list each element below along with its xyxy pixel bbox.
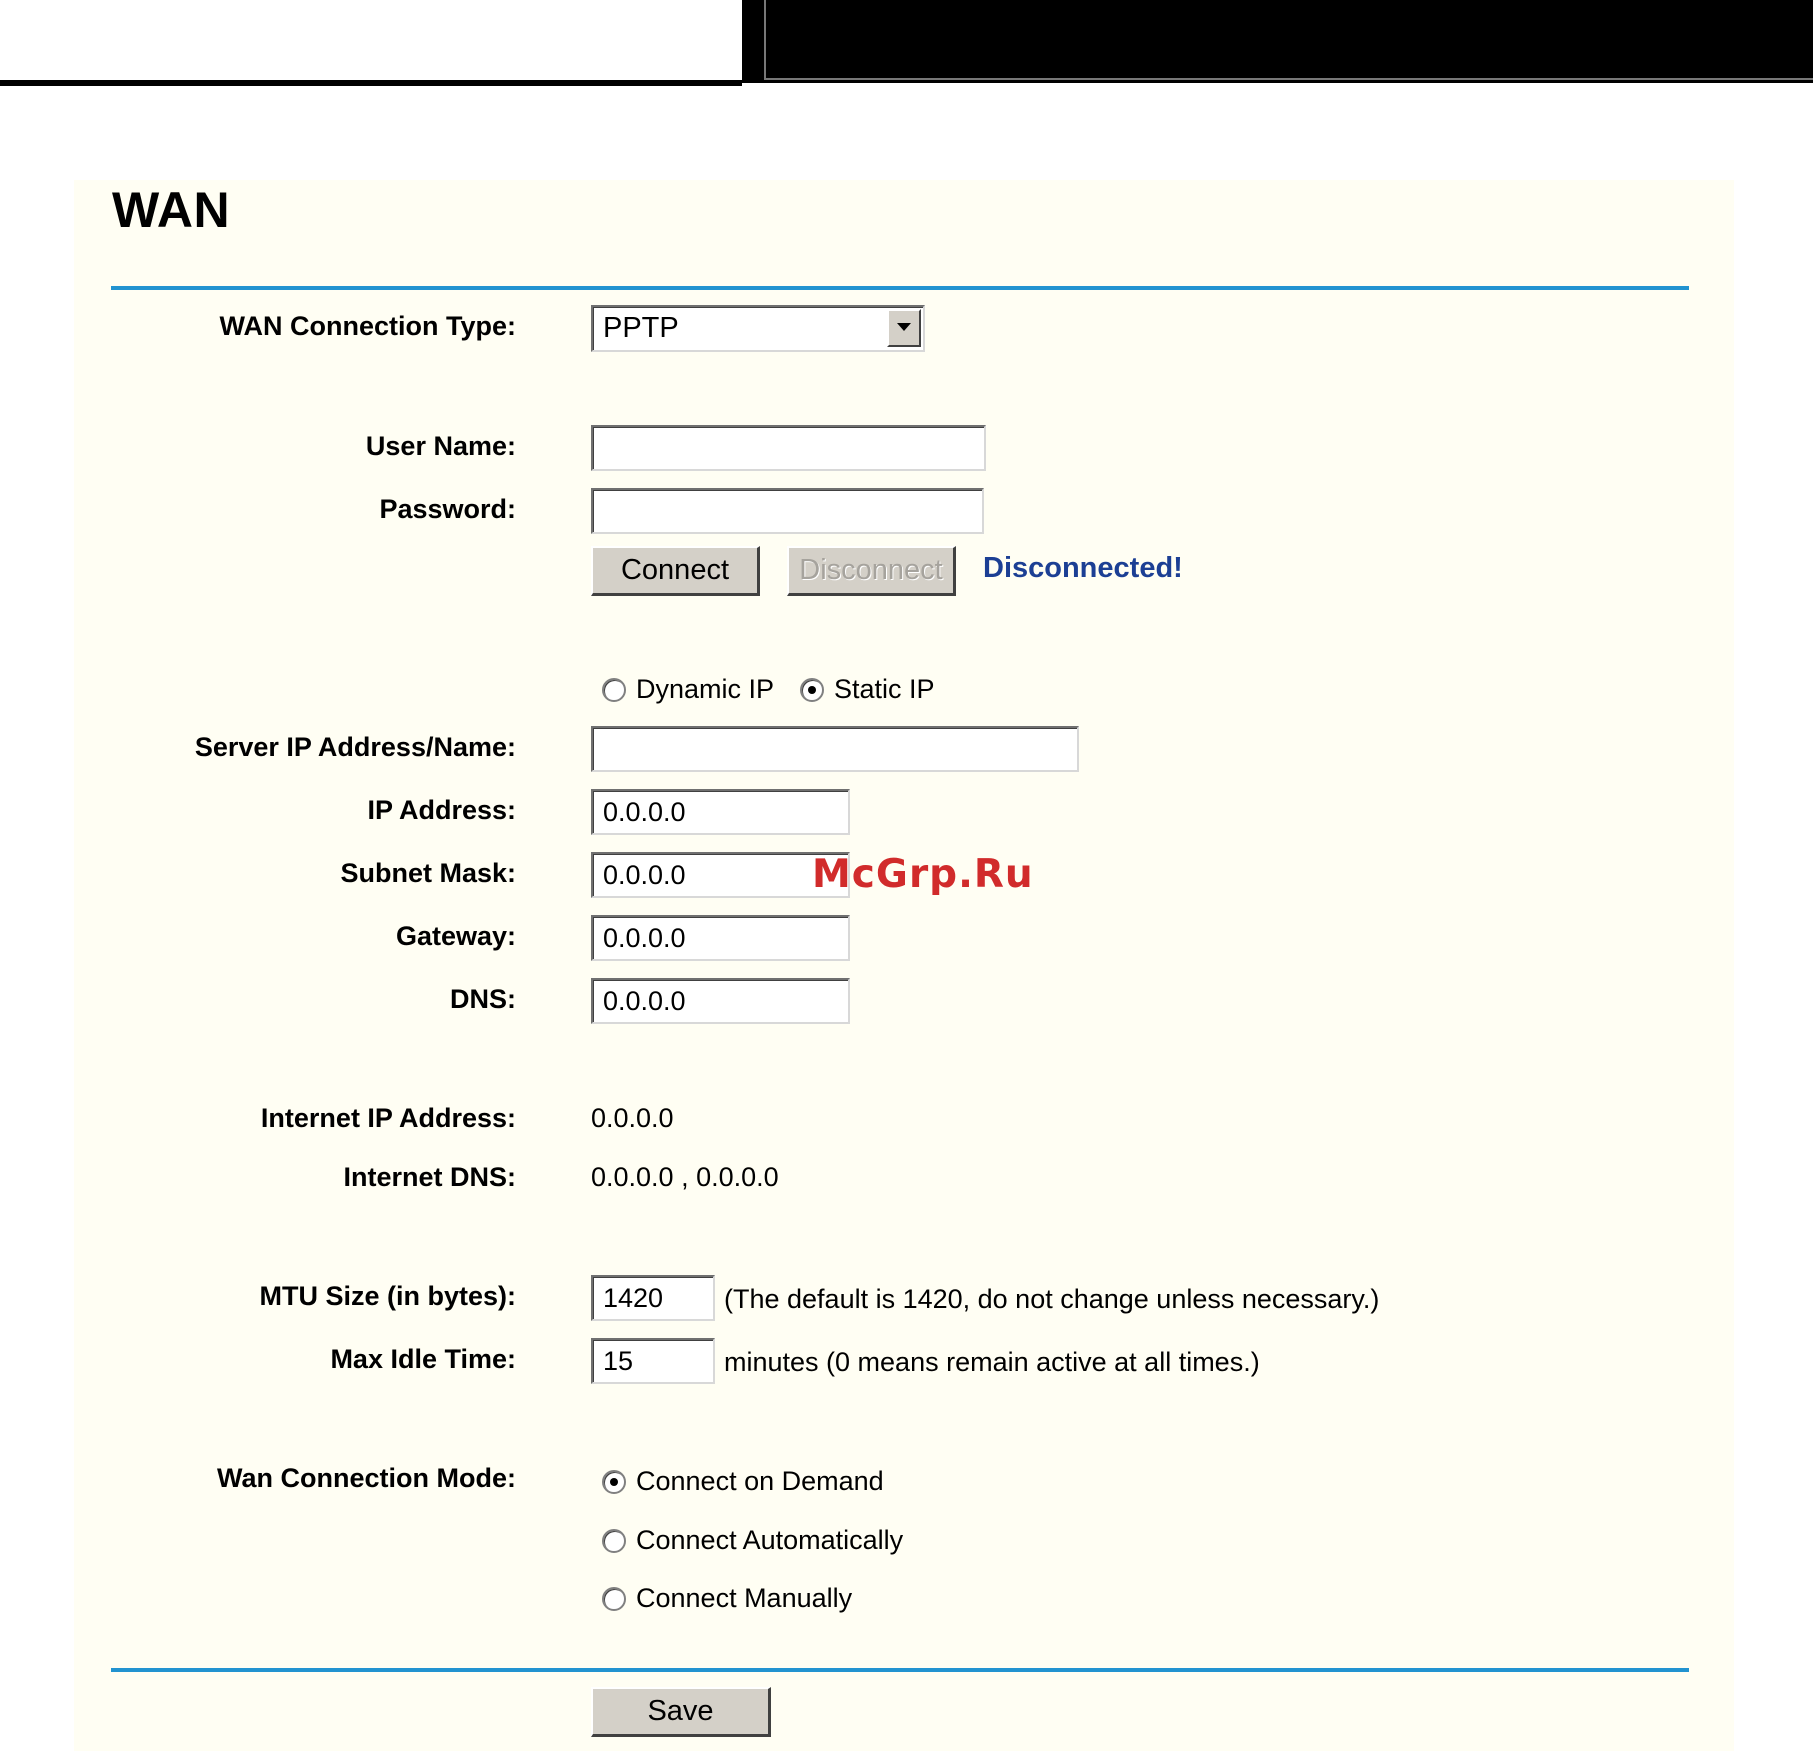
user-name-label: User Name: bbox=[365, 431, 516, 461]
wan-connection-type-value: PPTP bbox=[603, 312, 679, 344]
connect-manually-label: Connect Manually bbox=[636, 1583, 853, 1613]
connect-manually-radio[interactable] bbox=[602, 1586, 626, 1611]
dynamic-ip-option[interactable]: Dynamic IP bbox=[602, 674, 774, 705]
connect-on-demand-radio[interactable] bbox=[602, 1469, 626, 1494]
mtu-size-input[interactable] bbox=[591, 1275, 715, 1321]
ip-address-label: IP Address: bbox=[367, 795, 516, 825]
header-bar-inner bbox=[764, 0, 1813, 80]
mtu-size-label: MTU Size (in bytes): bbox=[259, 1281, 516, 1311]
connect-automatically-option[interactable]: Connect Automatically bbox=[602, 1525, 903, 1556]
dynamic-ip-label: Dynamic IP bbox=[636, 674, 775, 704]
server-ip-input[interactable] bbox=[591, 726, 1079, 772]
wan-connection-type-label: WAN Connection Type: bbox=[219, 311, 517, 341]
static-ip-label: Static IP bbox=[834, 674, 935, 704]
dns-label: DNS: bbox=[450, 984, 516, 1014]
save-button[interactable]: Save bbox=[591, 1687, 771, 1737]
mtu-size-note: (The default is 1420, do not change unle… bbox=[724, 1284, 1380, 1314]
internet-dns-value: 0.0.0.0 , 0.0.0.0 bbox=[591, 1162, 779, 1192]
server-ip-label: Server IP Address/Name: bbox=[194, 732, 516, 762]
internet-ip-label: Internet IP Address: bbox=[260, 1103, 516, 1133]
bottom-divider bbox=[111, 1668, 1689, 1672]
connect-automatically-radio[interactable] bbox=[602, 1528, 626, 1553]
gateway-label: Gateway: bbox=[395, 921, 516, 951]
top-divider bbox=[111, 286, 1689, 290]
max-idle-time-note: minutes (0 means remain active at all ti… bbox=[724, 1347, 1260, 1377]
connection-status: Disconnected! bbox=[983, 552, 1183, 584]
page-title: WAN bbox=[112, 182, 231, 238]
max-idle-time-label: Max Idle Time: bbox=[330, 1344, 516, 1374]
dynamic-ip-radio[interactable] bbox=[602, 677, 626, 702]
chevron-down-icon[interactable] bbox=[887, 309, 921, 347]
connect-on-demand-label: Connect on Demand bbox=[636, 1466, 884, 1496]
wan-connection-mode-label: Wan Connection Mode: bbox=[217, 1463, 516, 1493]
connect-on-demand-option[interactable]: Connect on Demand bbox=[602, 1466, 884, 1497]
dns-input[interactable] bbox=[591, 978, 850, 1024]
max-idle-time-input[interactable] bbox=[591, 1338, 715, 1384]
static-ip-radio[interactable] bbox=[800, 677, 824, 702]
wan-settings-panel bbox=[74, 180, 1734, 1751]
gateway-input[interactable] bbox=[591, 915, 850, 961]
internet-ip-value: 0.0.0.0 bbox=[591, 1103, 674, 1133]
connect-manually-option[interactable]: Connect Manually bbox=[602, 1583, 852, 1614]
internet-dns-label: Internet DNS: bbox=[343, 1162, 516, 1192]
connect-button[interactable]: Connect bbox=[591, 546, 760, 596]
static-ip-option[interactable]: Static IP bbox=[800, 674, 935, 705]
connect-automatically-label: Connect Automatically bbox=[636, 1525, 904, 1555]
user-name-input[interactable] bbox=[591, 425, 986, 471]
header-divider bbox=[0, 80, 742, 86]
subnet-mask-label: Subnet Mask: bbox=[340, 858, 516, 888]
ip-address-input[interactable] bbox=[591, 789, 850, 835]
password-label: Password: bbox=[379, 494, 516, 524]
wan-connection-type-select[interactable]: PPTP bbox=[591, 305, 925, 352]
password-input[interactable] bbox=[591, 488, 984, 534]
disconnect-button[interactable]: Disconnect bbox=[787, 546, 956, 596]
watermark: McGrp.Ru bbox=[812, 852, 1034, 897]
